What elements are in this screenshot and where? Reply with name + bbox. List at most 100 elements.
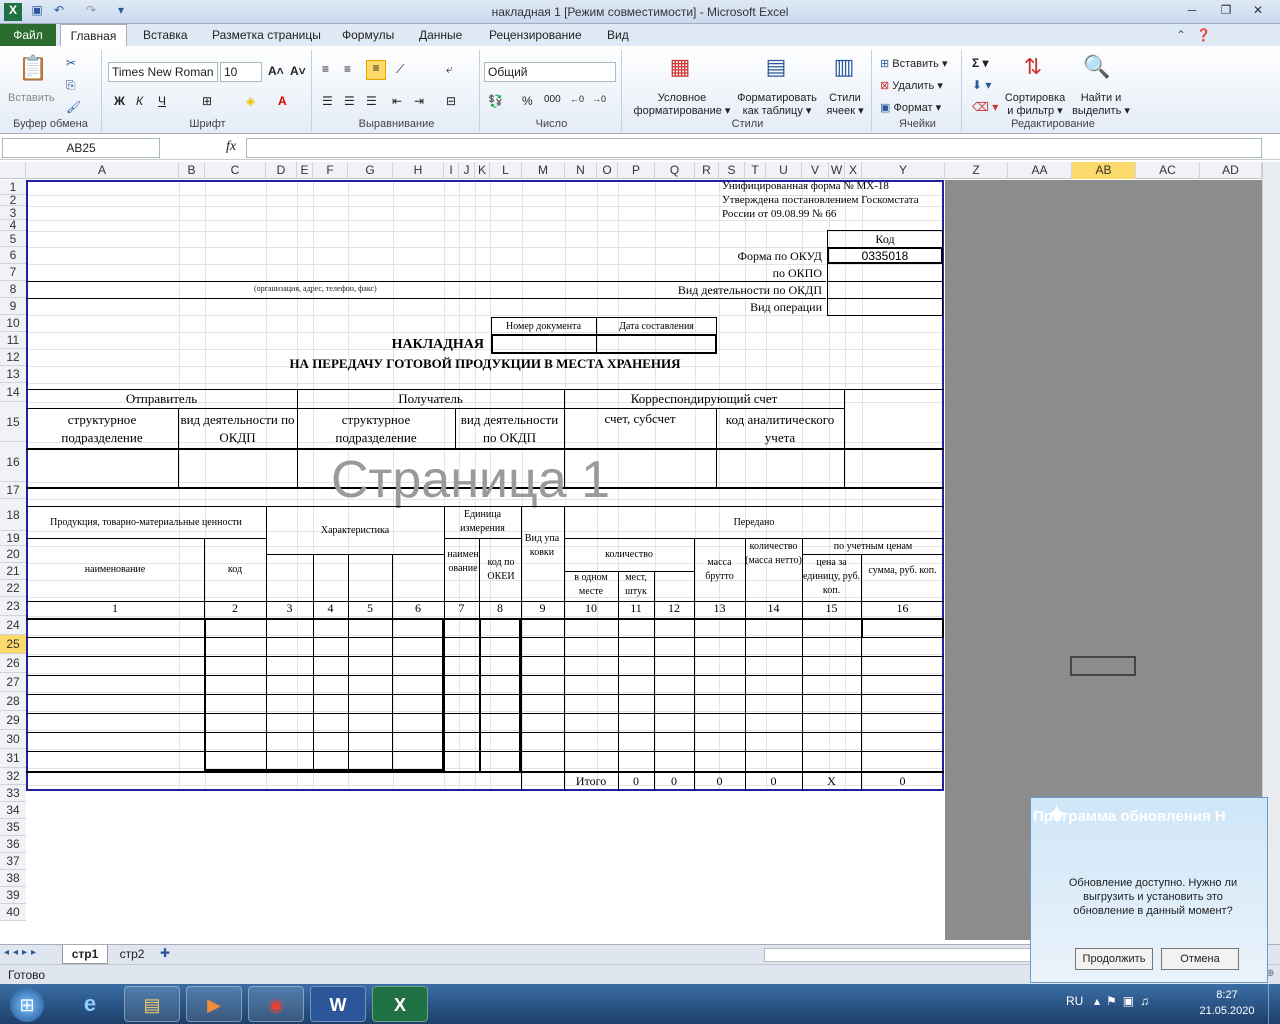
sheet-nav-icon[interactable]: ◂◂▸▸ [4, 947, 40, 958]
column-header-g[interactable]: G [348, 162, 393, 179]
column-header-n[interactable]: N [565, 162, 597, 179]
row-header-26[interactable]: 26 [0, 654, 26, 673]
start-button[interactable]: ⊞ [10, 988, 44, 1022]
row-header-12[interactable]: 12 [0, 349, 26, 366]
find-select-button[interactable]: Найти и выделить ▾ [1068, 92, 1134, 118]
row-header-6[interactable]: 6 [0, 247, 26, 264]
row-header-24[interactable]: 24 [0, 616, 26, 635]
row-header-39[interactable]: 39 [0, 887, 26, 904]
formula-input[interactable] [246, 138, 1262, 158]
align-right-icon[interactable]: ☰ [366, 94, 377, 108]
borders-icon[interactable]: ⊞ [202, 94, 212, 108]
indent-increase-icon[interactable]: ⇥ [414, 94, 424, 108]
column-header-v[interactable]: V [802, 162, 829, 179]
column-header-j[interactable]: J [459, 162, 475, 179]
tab-insert[interactable]: Вставка [143, 28, 188, 42]
cell-styles-button[interactable]: Стили ячеек ▾ [822, 92, 868, 118]
column-header-w[interactable]: W [829, 162, 845, 179]
format-cells-button[interactable]: ▣ Формат ▾ [880, 102, 941, 115]
underline-icon[interactable]: Ч [158, 94, 166, 108]
column-header-m[interactable]: M [522, 162, 565, 179]
bold-icon[interactable]: Ж [114, 94, 125, 108]
column-header-z[interactable]: Z [945, 162, 1008, 179]
row-header-20[interactable]: 20 [0, 546, 26, 563]
row-header-29[interactable]: 29 [0, 711, 26, 730]
copy-icon[interactable]: ⎘ [66, 78, 76, 93]
column-header-q[interactable]: Q [655, 162, 695, 179]
align-center-icon[interactable]: ☰ [344, 94, 355, 108]
help-icon[interactable]: ❓ [1196, 28, 1211, 42]
column-header-d[interactable]: D [266, 162, 297, 179]
increase-decimal-icon[interactable]: ←0 [570, 94, 584, 104]
row-header-13[interactable]: 13 [0, 366, 26, 383]
tab-view[interactable]: Вид [607, 28, 629, 42]
row-header-8[interactable]: 8 [0, 281, 26, 298]
continue-button[interactable]: Продолжить [1075, 948, 1153, 970]
ribbon-collapse-icon[interactable]: ⌃ [1176, 28, 1186, 42]
select-all-corner[interactable] [0, 162, 26, 179]
row-header-5[interactable]: 5 [0, 231, 26, 247]
column-header-c[interactable]: C [205, 162, 266, 179]
word-icon[interactable]: W [310, 986, 366, 1022]
minimize-button[interactable]: ─ [1180, 3, 1204, 19]
show-desktop-button[interactable] [1268, 984, 1280, 1024]
conditional-formatting-button[interactable]: Условное форматирование ▾ [630, 92, 734, 118]
language-indicator[interactable]: RU [1066, 994, 1083, 1008]
clear-icon[interactable]: ⌫ ▾ [972, 100, 998, 114]
font-name-field[interactable]: Times New Roman [108, 62, 218, 82]
tab-page-layout[interactable]: Разметка страницы [212, 28, 321, 42]
row-header-18[interactable]: 18 [0, 499, 26, 531]
active-cell[interactable] [1070, 656, 1136, 676]
blank-rows-area[interactable] [26, 791, 945, 941]
indent-decrease-icon[interactable]: ⇤ [392, 94, 402, 108]
find-select-icon[interactable]: 🔍 [1082, 54, 1112, 84]
restore-button[interactable]: ❐ [1214, 3, 1238, 19]
name-box[interactable]: AB25 [2, 138, 160, 158]
thousands-icon[interactable]: 000 [544, 94, 561, 105]
row-header-25[interactable]: 25 [0, 635, 26, 654]
column-header-o[interactable]: O [597, 162, 618, 179]
tray-icons[interactable]: ▴⚑▣♫ [1094, 994, 1155, 1008]
percent-icon[interactable]: % [522, 94, 533, 108]
insert-cells-button[interactable]: ⊞ Вставить ▾ [880, 58, 948, 71]
column-header-t[interactable]: T [745, 162, 766, 179]
cancel-button[interactable]: Отмена [1161, 948, 1239, 970]
column-header-ad[interactable]: AD [1200, 162, 1262, 179]
wrap-text-icon[interactable]: ⤶ [446, 62, 453, 77]
format-as-table-icon[interactable]: ▤ [760, 54, 792, 84]
row-header-30[interactable]: 30 [0, 730, 26, 749]
row-header-37[interactable]: 37 [0, 853, 26, 870]
row-header-2[interactable]: 2 [0, 194, 26, 206]
sort-filter-icon[interactable]: ⇅ [1018, 54, 1048, 84]
column-header-ab[interactable]: AB [1072, 162, 1136, 179]
sheet-tab-str1[interactable]: стр1 [62, 945, 108, 964]
shrink-font-icon[interactable]: A˅ [290, 64, 306, 78]
clock-date[interactable]: 21.05.2020 [1192, 1005, 1262, 1017]
number-format-field[interactable]: Общий [484, 62, 616, 82]
row-header-36[interactable]: 36 [0, 836, 26, 853]
row-header-9[interactable]: 9 [0, 298, 26, 315]
align-top-icon[interactable]: ≡ [322, 62, 329, 76]
row-header-11[interactable]: 11 [0, 332, 26, 349]
row-header-28[interactable]: 28 [0, 692, 26, 711]
row-header-7[interactable]: 7 [0, 264, 26, 281]
media-player-icon[interactable]: ▶ [186, 986, 242, 1022]
font-color-icon[interactable]: A [278, 94, 287, 108]
align-bottom-icon[interactable]: ≡ [366, 60, 386, 80]
row-header-17[interactable]: 17 [0, 482, 26, 499]
column-header-p[interactable]: P [618, 162, 655, 179]
row-header-31[interactable]: 31 [0, 749, 26, 768]
row-header-27[interactable]: 27 [0, 673, 26, 692]
row-header-4[interactable]: 4 [0, 219, 26, 231]
fill-icon[interactable]: ⬇ ▾ [972, 78, 991, 92]
italic-icon[interactable]: К [136, 94, 143, 108]
row-header-22[interactable]: 22 [0, 580, 26, 597]
close-button[interactable]: ✕ [1246, 3, 1270, 19]
column-header-h[interactable]: H [393, 162, 444, 179]
column-header-ac[interactable]: AC [1136, 162, 1200, 179]
row-header-33[interactable]: 33 [0, 785, 26, 802]
merge-center-icon[interactable]: ⊟ [446, 94, 456, 108]
cut-icon[interactable]: ✂ [66, 56, 76, 70]
fill-color-icon[interactable]: ◈ [246, 94, 255, 108]
paste-button[interactable]: Вставить [8, 92, 55, 105]
